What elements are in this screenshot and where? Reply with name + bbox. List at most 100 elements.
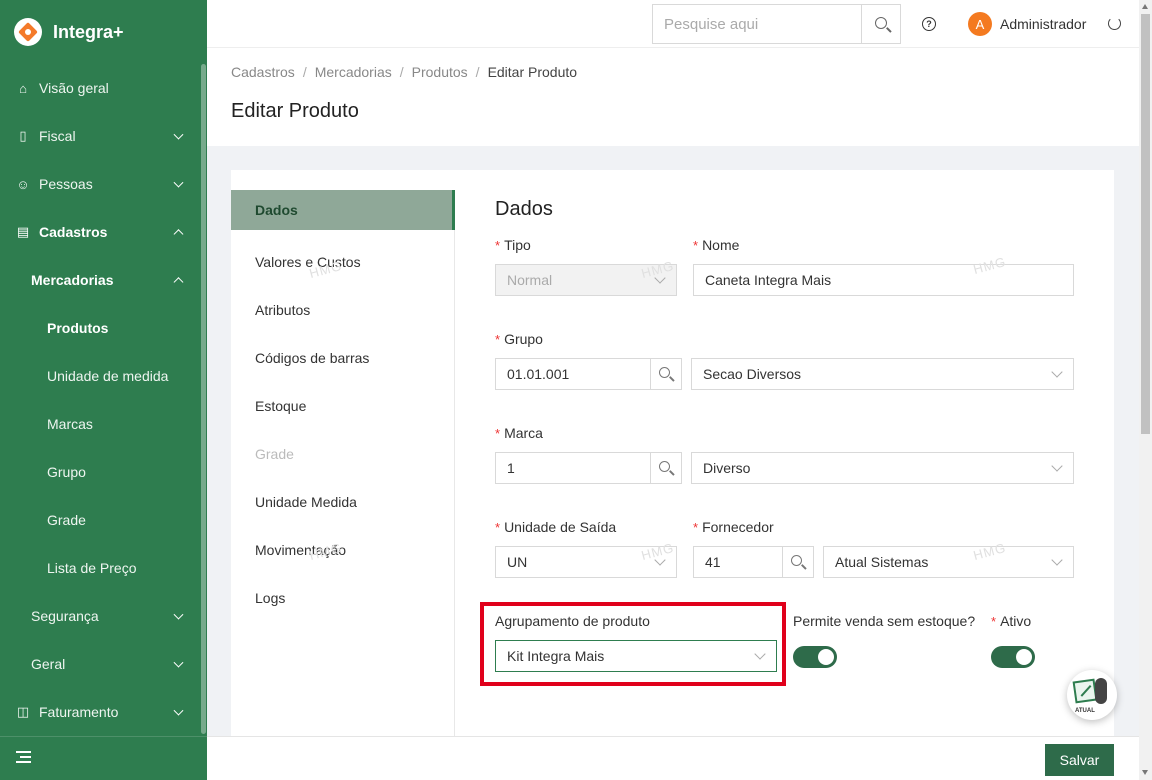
scroll-up-arrow-icon[interactable]: [1142, 4, 1148, 9]
marca-search-button[interactable]: [650, 452, 682, 484]
tab-dados[interactable]: Dados: [231, 190, 455, 230]
fornecedor-code-input[interactable]: 41: [693, 546, 783, 578]
fornecedor-select[interactable]: Atual Sistemas: [823, 546, 1074, 578]
chevron-down-icon: [173, 657, 184, 668]
nome-label: * Nome: [693, 237, 740, 253]
help-icon[interactable]: ?: [922, 17, 936, 31]
breadcrumb-cadastros[interactable]: Cadastros: [231, 64, 295, 80]
integra-logo-icon: [14, 18, 42, 46]
sidebar-item-label: Grupo: [47, 464, 86, 480]
grupo-search-button[interactable]: [650, 358, 682, 390]
sidebar-item-pessoas[interactable]: ☺ Pessoas: [0, 160, 200, 208]
breadcrumb-separator: /: [475, 64, 480, 80]
tab-estoque[interactable]: Estoque: [231, 382, 454, 430]
search-input[interactable]: Pesquise aqui: [652, 4, 862, 44]
sidebar-item-marcas[interactable]: Marcas: [0, 400, 200, 448]
page-header: Cadastros / Mercadorias / Produtos / Editar Pr…: [207, 48, 1139, 146]
grupo-code-input[interactable]: 01.01.001: [495, 358, 651, 390]
marca-code-input[interactable]: 1: [495, 452, 651, 484]
required-mark: *: [693, 238, 699, 253]
chevron-down-icon: [754, 648, 766, 660]
sidebar-item-label: Mercadorias: [31, 272, 114, 288]
agrupamento-select[interactable]: Kit Integra Mais: [495, 640, 777, 672]
sidebar-item-label: Cadastros: [39, 224, 108, 240]
sidebar-item-mercadorias[interactable]: Mercadorias: [0, 256, 200, 304]
marca-label: * Marca: [495, 425, 543, 441]
sidebar-item-label: Unidade de medida: [47, 368, 169, 384]
tab-logs[interactable]: Logs: [231, 574, 454, 622]
tab-grade: Grade: [255, 446, 294, 462]
sidebar-item-label: Produtos: [47, 320, 109, 336]
form-title: Dados: [495, 198, 553, 220]
tab-unidade-medida[interactable]: Unidade Medida: [231, 478, 454, 526]
sidebar-item-faturamento[interactable]: ◫ Faturamento: [0, 688, 200, 736]
sidebar-item-lista-de-preco[interactable]: Lista de Preço: [0, 544, 200, 592]
tab-atributos[interactable]: Atributos: [231, 286, 454, 334]
brand[interactable]: Integra+: [14, 14, 124, 50]
scroll-down-arrow-icon[interactable]: [1142, 770, 1148, 775]
sidebar-item-visao-geral[interactable]: ⌂ Visão geral: [0, 64, 200, 112]
sidebar-item-label: Faturamento: [39, 704, 119, 720]
top-header: Pesquise aqui ? A Administrador: [207, 0, 1139, 48]
sidebar-menu: ⌂ Visão geral ▯ Fiscal ☺ Pessoas ▤ Cadas…: [0, 64, 200, 736]
search-icon: [659, 461, 670, 472]
save-button[interactable]: Salvar: [1045, 744, 1114, 776]
fornecedor-search-button[interactable]: [782, 546, 814, 578]
tab-valores-e-custos[interactable]: Valores e Custos: [231, 238, 454, 286]
required-mark: *: [495, 520, 501, 535]
home-icon: ⌂: [19, 80, 27, 96]
document-icon: ▯: [19, 128, 27, 143]
fornecedor-label: * Fornecedor: [693, 519, 774, 535]
sidebar-item-label: Geral: [31, 656, 66, 672]
edit-product-card: Dados Valores e Custos Atributos Códigos…: [231, 170, 1117, 736]
sidebar-item-produtos[interactable]: Produtos: [0, 304, 200, 352]
sidebar-item-fiscal[interactable]: ▯ Fiscal: [0, 112, 200, 160]
ativo-toggle[interactable]: [991, 646, 1035, 668]
main-scrollbar[interactable]: [1139, 0, 1152, 780]
breadcrumb-produtos[interactable]: Produtos: [412, 64, 468, 80]
sidebar-footer: [0, 736, 207, 780]
sidebar-item-seguranca[interactable]: Segurança: [0, 592, 200, 640]
search-icon: [791, 555, 802, 566]
scrollbar-thumb[interactable]: [1141, 14, 1150, 434]
breadcrumb-mercadorias[interactable]: Mercadorias: [315, 64, 392, 80]
breadcrumb-separator: /: [302, 64, 307, 80]
sidebar-item-label: Grade: [47, 512, 86, 528]
tipo-label: * Tipo: [495, 237, 531, 253]
unidade-saida-select[interactable]: UN: [495, 546, 677, 578]
sidebar-item-geral[interactable]: Geral: [0, 640, 200, 688]
avatar[interactable]: A: [968, 12, 992, 36]
ativo-label: * Ativo: [991, 613, 1032, 629]
assistant-label: ATUAL: [1075, 708, 1095, 714]
sidebar-scrollbar[interactable]: [201, 64, 206, 734]
tab-movimentacao[interactable]: Movimentação: [231, 526, 454, 574]
breadcrumb-separator: /: [399, 64, 404, 80]
required-mark: *: [495, 426, 501, 441]
search-icon: [659, 367, 670, 378]
sidebar-item-label: Fiscal: [39, 128, 76, 144]
marca-select[interactable]: Diverso: [691, 452, 1074, 484]
sidebar-item-label: Pessoas: [39, 176, 93, 192]
refresh-icon[interactable]: [1108, 17, 1121, 30]
sidebar-item-grade[interactable]: Grade: [0, 496, 200, 544]
search-button[interactable]: [861, 4, 901, 44]
sidebar-item-grupo[interactable]: Grupo: [0, 448, 200, 496]
chevron-down-icon: [173, 129, 184, 140]
user-name[interactable]: Administrador: [1000, 16, 1086, 32]
nome-input[interactable]: Caneta Integra Mais: [693, 264, 1074, 296]
sidebar-item-label: Visão geral: [39, 80, 109, 96]
permite-venda-toggle[interactable]: [793, 646, 837, 668]
sidebar-item-unidade-de-medida[interactable]: Unidade de medida: [0, 352, 200, 400]
tab-codigos-de-barras[interactable]: Códigos de barras: [231, 334, 454, 382]
collapse-menu-icon[interactable]: [16, 751, 31, 763]
agrupamento-label: Agrupamento de produto: [495, 613, 650, 629]
chevron-down-icon: [1051, 554, 1063, 566]
required-mark: *: [693, 520, 699, 535]
robot-icon: [1095, 678, 1107, 704]
grupo-select[interactable]: Secao Diversos: [691, 358, 1074, 390]
required-mark: *: [495, 238, 501, 253]
assistant-button[interactable]: ATUAL: [1067, 670, 1117, 720]
chevron-down-icon: [173, 609, 184, 620]
sidebar-item-cadastros[interactable]: ▤ Cadastros: [0, 208, 200, 256]
invoice-icon: ◫: [16, 704, 30, 719]
